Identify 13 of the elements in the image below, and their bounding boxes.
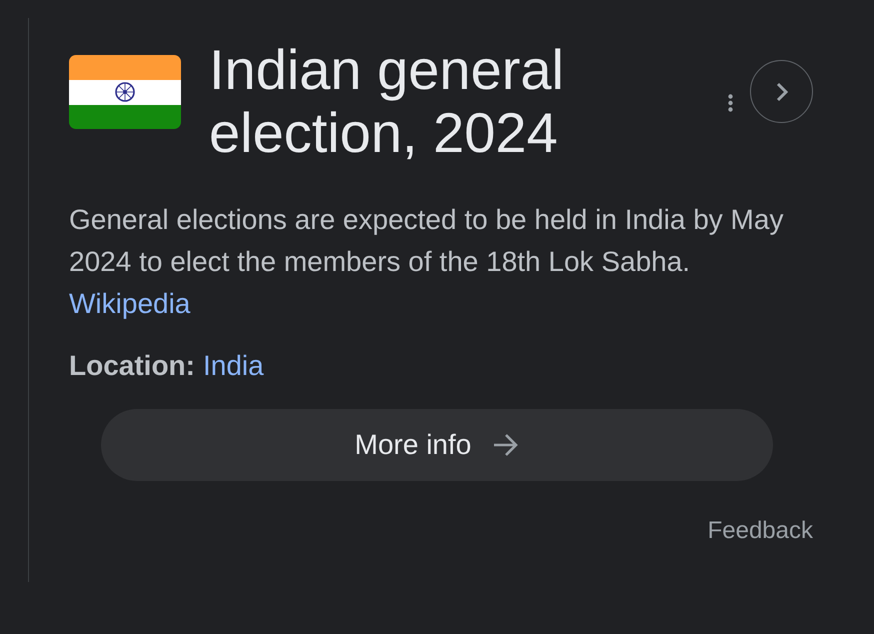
chevron-right-icon [776, 82, 788, 102]
next-button[interactable] [750, 60, 813, 123]
more-options-button[interactable] [726, 92, 734, 114]
more-info-button[interactable]: More info [101, 409, 773, 481]
fact-value-link[interactable]: India [203, 348, 264, 384]
wikipedia-link[interactable]: Wikipedia [69, 288, 190, 319]
arrow-right-icon [493, 433, 520, 457]
fact-label: Location: [69, 349, 195, 383]
description-text: General elections are expected to be held in India by May 2024 to elect the members of the 18th Lok Sabha. [69, 203, 784, 279]
feedback-link[interactable]: Feedback [708, 516, 813, 546]
kebab-menu-icon [728, 94, 732, 112]
title: Indian general election, 2024 [209, 38, 565, 164]
flag-icon [69, 55, 181, 129]
